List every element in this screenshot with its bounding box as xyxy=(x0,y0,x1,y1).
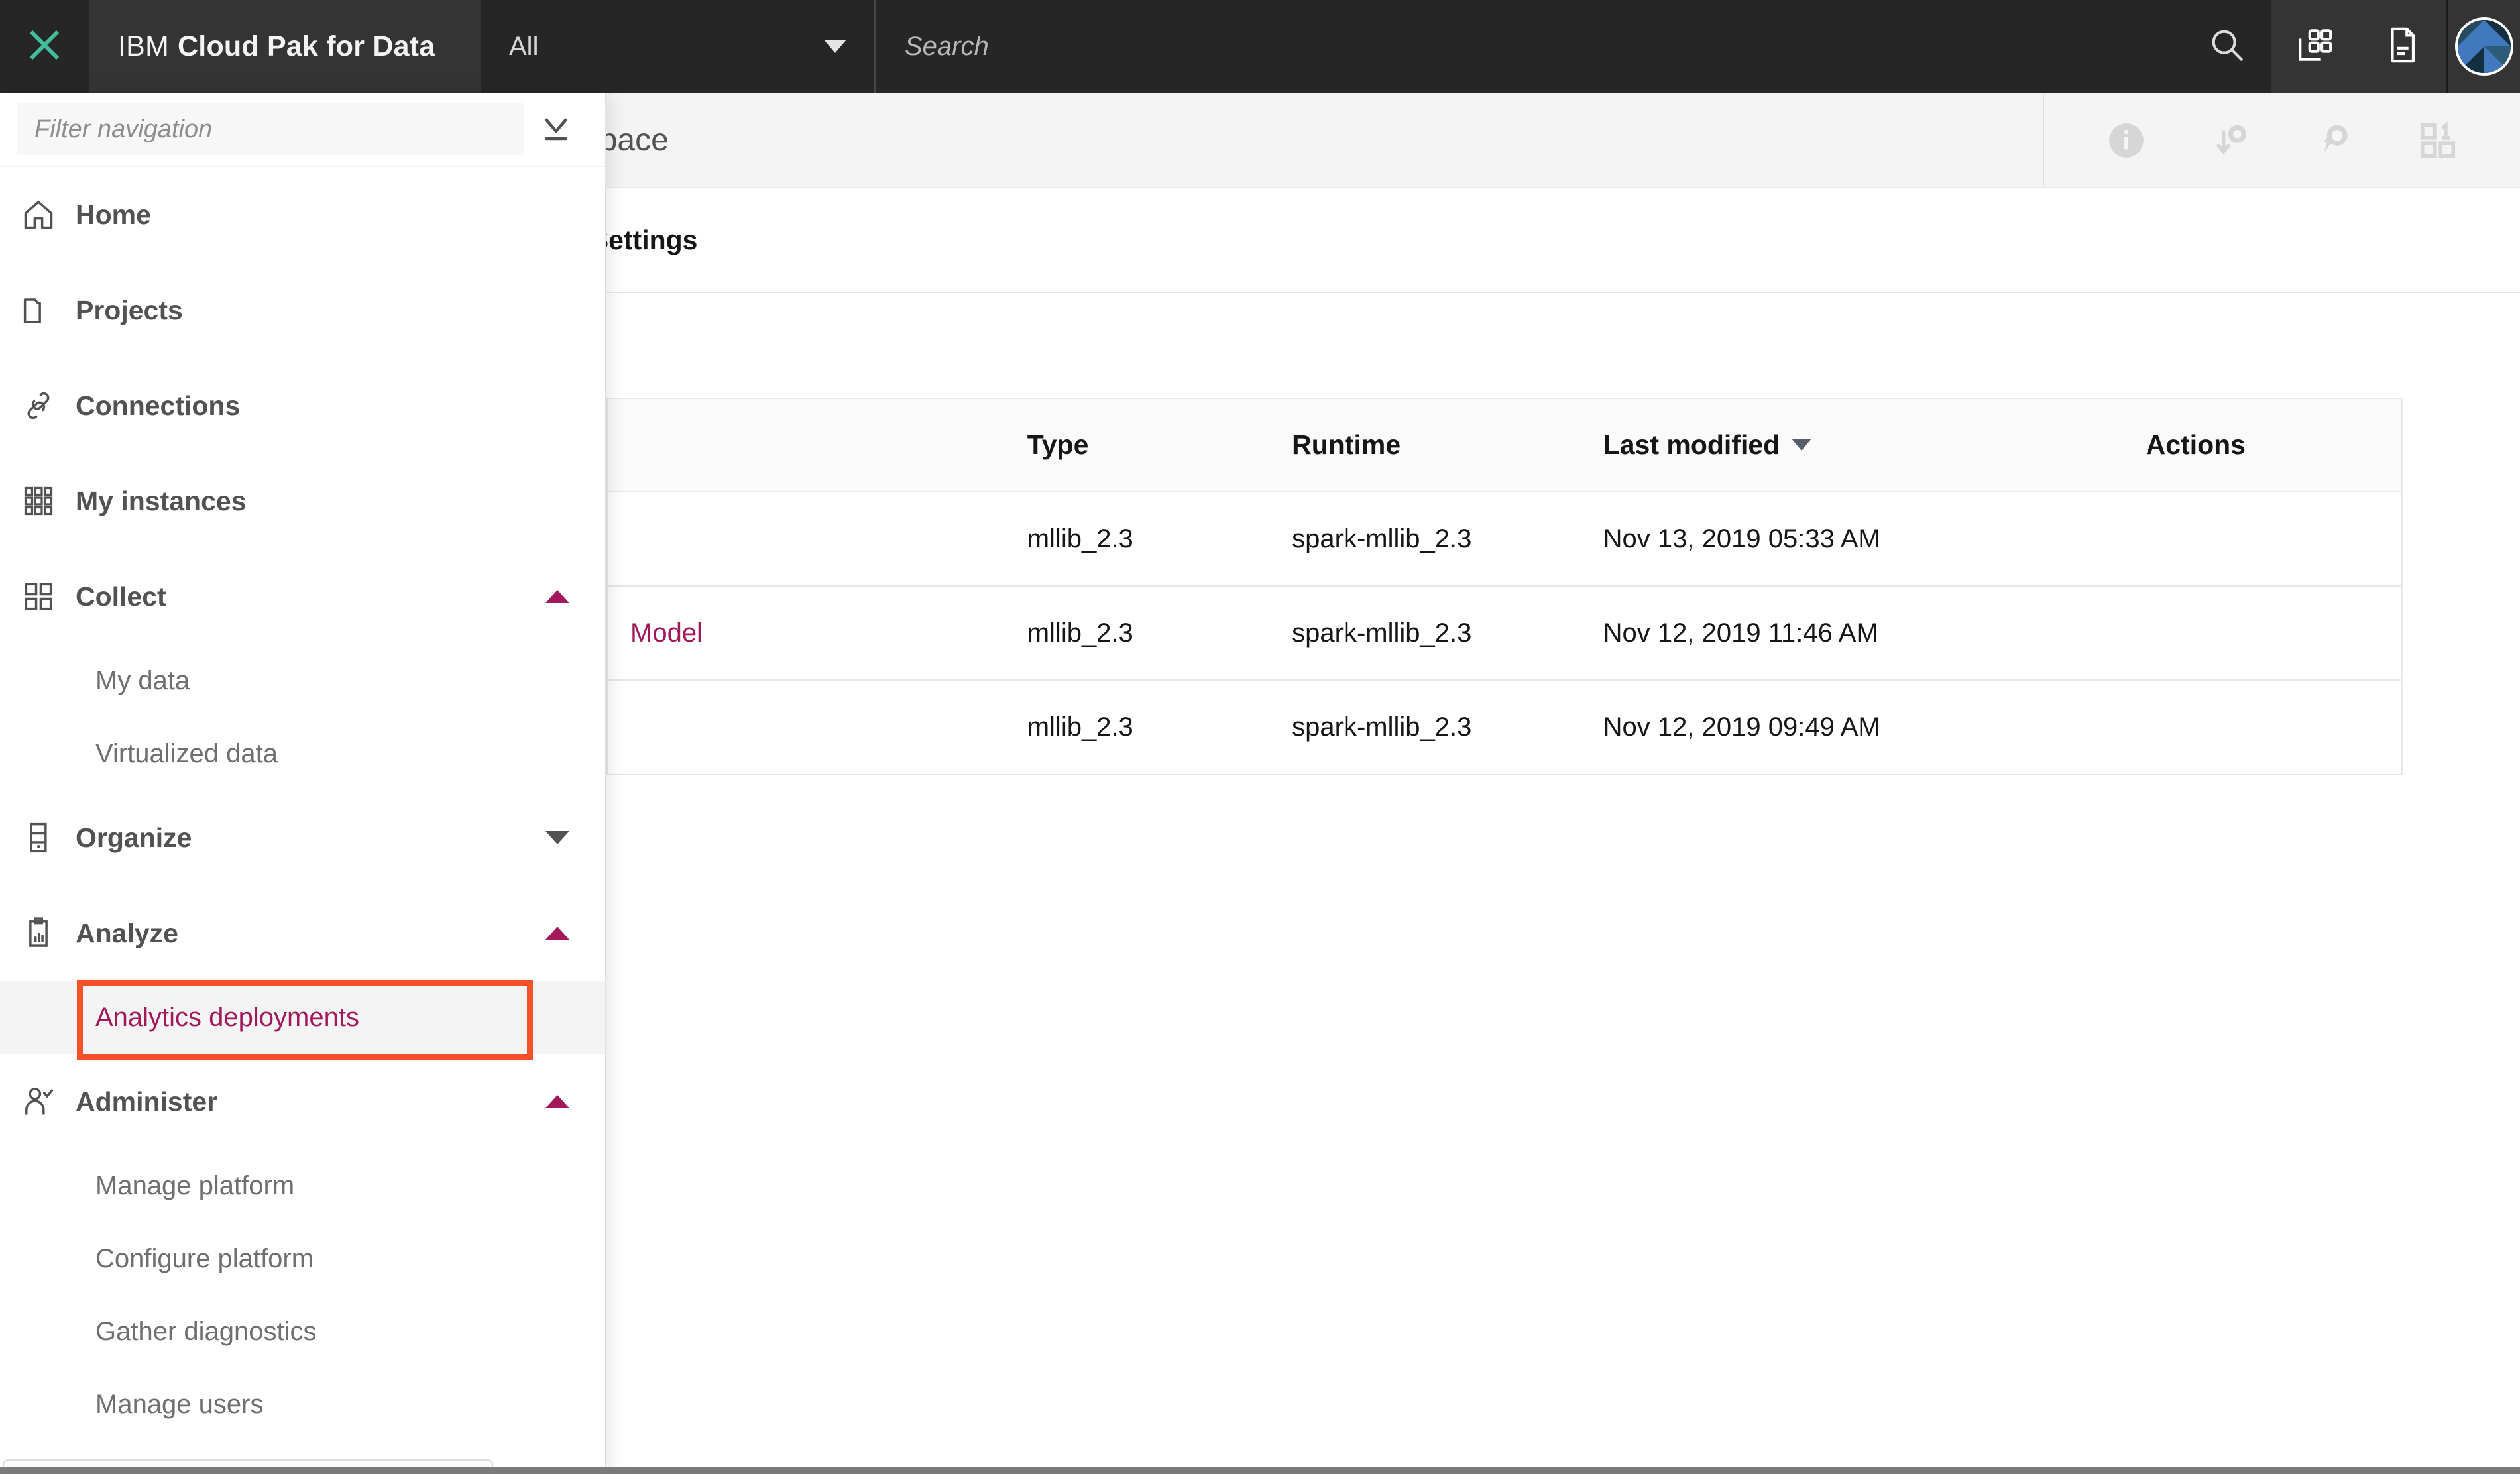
chevron-down-icon xyxy=(824,40,846,53)
chevron-up-icon xyxy=(545,927,569,940)
chevron-down-icon xyxy=(545,831,569,844)
documentation-button[interactable] xyxy=(2358,0,2446,93)
sort-desc-icon xyxy=(1792,439,1812,451)
deployments-table: Type Runtime Last modified Actions mllib… xyxy=(606,398,2403,775)
user-check-icon xyxy=(21,1084,64,1119)
link-icon xyxy=(21,388,64,423)
sidebar-item-projects[interactable]: Projects xyxy=(0,262,605,358)
cell-actions[interactable] xyxy=(2124,680,2401,774)
brand-prefix: IBM xyxy=(118,30,170,62)
sidebar-group-administer[interactable]: Administer xyxy=(0,1054,605,1149)
cell-runtime: spark-mllib_2.3 xyxy=(1269,586,1581,681)
cell-type: mllib_2.3 xyxy=(1004,492,1270,587)
sidebar-item-home[interactable]: Home xyxy=(0,167,605,262)
sidebar-group-label: Organize xyxy=(76,822,192,853)
filter-navigation-input[interactable] xyxy=(17,103,524,155)
chevron-down-underline-icon xyxy=(537,109,575,150)
deployment-link[interactable]: Model xyxy=(630,618,703,648)
sidebar-group-label: Analyze xyxy=(76,917,178,948)
grid-9-icon xyxy=(21,484,64,518)
cell-last-modified: Nov 13, 2019 05:33 AM xyxy=(1580,492,2124,587)
column-header-last-modified-label: Last modified xyxy=(1603,429,1780,460)
sidebar-item-my-instances[interactable]: My instances xyxy=(0,453,605,549)
grid-4-icon xyxy=(21,579,64,614)
sidebar-group-label: Collect xyxy=(76,581,166,612)
cell-name[interactable] xyxy=(608,492,1005,587)
cell-runtime: spark-mllib_2.3 xyxy=(1292,712,1472,742)
brand-name: Cloud Pak for Data xyxy=(178,30,435,62)
chevron-up-icon xyxy=(545,590,569,603)
cell-actions[interactable] xyxy=(2123,492,2401,587)
global-search-field[interactable] xyxy=(876,0,2183,93)
sidebar-item-label: Home xyxy=(76,199,151,230)
table-row[interactable]: mllib_2.3 spark-mllib_2.3 Nov 12, 2019 0… xyxy=(608,680,2401,774)
sidebar-group-organize[interactable]: Organize xyxy=(0,790,605,885)
bottom-bar xyxy=(0,1467,2520,1474)
column-header-type[interactable]: Type xyxy=(1004,399,1270,492)
column-header-runtime[interactable]: Runtime xyxy=(1269,399,1581,492)
sidebar-item-manage-platform[interactable]: Manage platform xyxy=(0,1149,605,1222)
info-icon[interactable] xyxy=(2106,120,2147,161)
search-icon xyxy=(2208,26,2246,68)
cell-actions[interactable] xyxy=(2123,586,2401,681)
app-switcher-button[interactable] xyxy=(2271,0,2358,93)
cell-last-modified: Nov 12, 2019 11:46 AM xyxy=(1580,586,2124,681)
cell-name[interactable] xyxy=(608,680,1005,774)
sidebar-group-analyze[interactable]: Analyze xyxy=(0,885,605,981)
cell-last-modified: Nov 12, 2019 09:49 AM xyxy=(1603,712,1880,742)
search-scope-dropdown[interactable]: All xyxy=(481,0,876,93)
close-button[interactable] xyxy=(0,0,89,93)
sidebar-item-connections[interactable]: Connections xyxy=(0,358,605,453)
column-header-actions: Actions xyxy=(2123,399,2401,492)
left-navigation-panel: Home Projects Connections xyxy=(0,93,606,1474)
deploy-in-icon[interactable] xyxy=(2210,120,2251,161)
cell-type: mllib_2.3 xyxy=(1004,586,1270,681)
search-scope-label: All xyxy=(509,31,539,61)
deploy-out-icon[interactable] xyxy=(2313,120,2354,161)
document-icon xyxy=(2383,26,2421,68)
cell-name[interactable]: Model xyxy=(608,586,1005,681)
column-header-name[interactable] xyxy=(608,399,1005,492)
sidebar-item-virtualized-data[interactable]: Virtualized data xyxy=(0,717,605,790)
cell-runtime: spark-mllib_2.3 xyxy=(1269,492,1581,587)
table-header-row: Type Runtime Last modified Actions xyxy=(608,399,2401,492)
table-row[interactable]: Model mllib_2.3 spark-mllib_2.3 Nov 12, … xyxy=(608,586,2401,681)
sidebar-item-configure-platform[interactable]: Configure platform xyxy=(0,1222,605,1295)
sidebar-item-manage-users[interactable]: Manage users xyxy=(0,1368,605,1441)
sidebar-item-label: My instances xyxy=(76,485,247,516)
cell-type: mllib_2.3 xyxy=(1027,712,1133,742)
app-switcher-icon xyxy=(2295,26,2334,68)
sidebar-item-label: Connections xyxy=(76,390,241,421)
column-header-last-modified[interactable]: Last modified xyxy=(1580,399,2124,492)
home-icon xyxy=(21,198,64,232)
clipboard-chart-icon xyxy=(21,916,64,950)
global-header: IBM Cloud Pak for Data All xyxy=(0,0,2520,93)
database-icon xyxy=(21,821,64,855)
sidebar-item-analytics-deployments[interactable]: Analytics deployments xyxy=(0,981,605,1054)
avatar xyxy=(2455,17,2513,76)
sidebar-group-label: Administer xyxy=(76,1086,218,1117)
collapse-all-button[interactable] xyxy=(524,109,588,150)
page-titlebar-actions xyxy=(2043,93,2520,188)
sidebar-item-label: Projects xyxy=(76,294,183,325)
sidebar-item-gather-diagnostics[interactable]: Gather diagnostics xyxy=(0,1295,605,1368)
table-row[interactable]: mllib_2.3 spark-mllib_2.3 Nov 13, 2019 0… xyxy=(608,492,2401,587)
chevron-up-icon xyxy=(545,1095,569,1108)
grid-one-icon[interactable] xyxy=(2417,120,2458,161)
search-button[interactable] xyxy=(2183,0,2271,93)
sidebar-group-collect[interactable]: Collect xyxy=(0,549,605,644)
user-profile-button[interactable] xyxy=(2446,0,2520,93)
search-input[interactable] xyxy=(905,31,2183,62)
close-x-icon xyxy=(25,25,64,68)
sidebar-item-my-data[interactable]: My data xyxy=(0,644,605,717)
folder-icon xyxy=(21,293,64,327)
brand-title[interactable]: IBM Cloud Pak for Data xyxy=(89,0,481,93)
nav-filter-row xyxy=(0,93,605,167)
